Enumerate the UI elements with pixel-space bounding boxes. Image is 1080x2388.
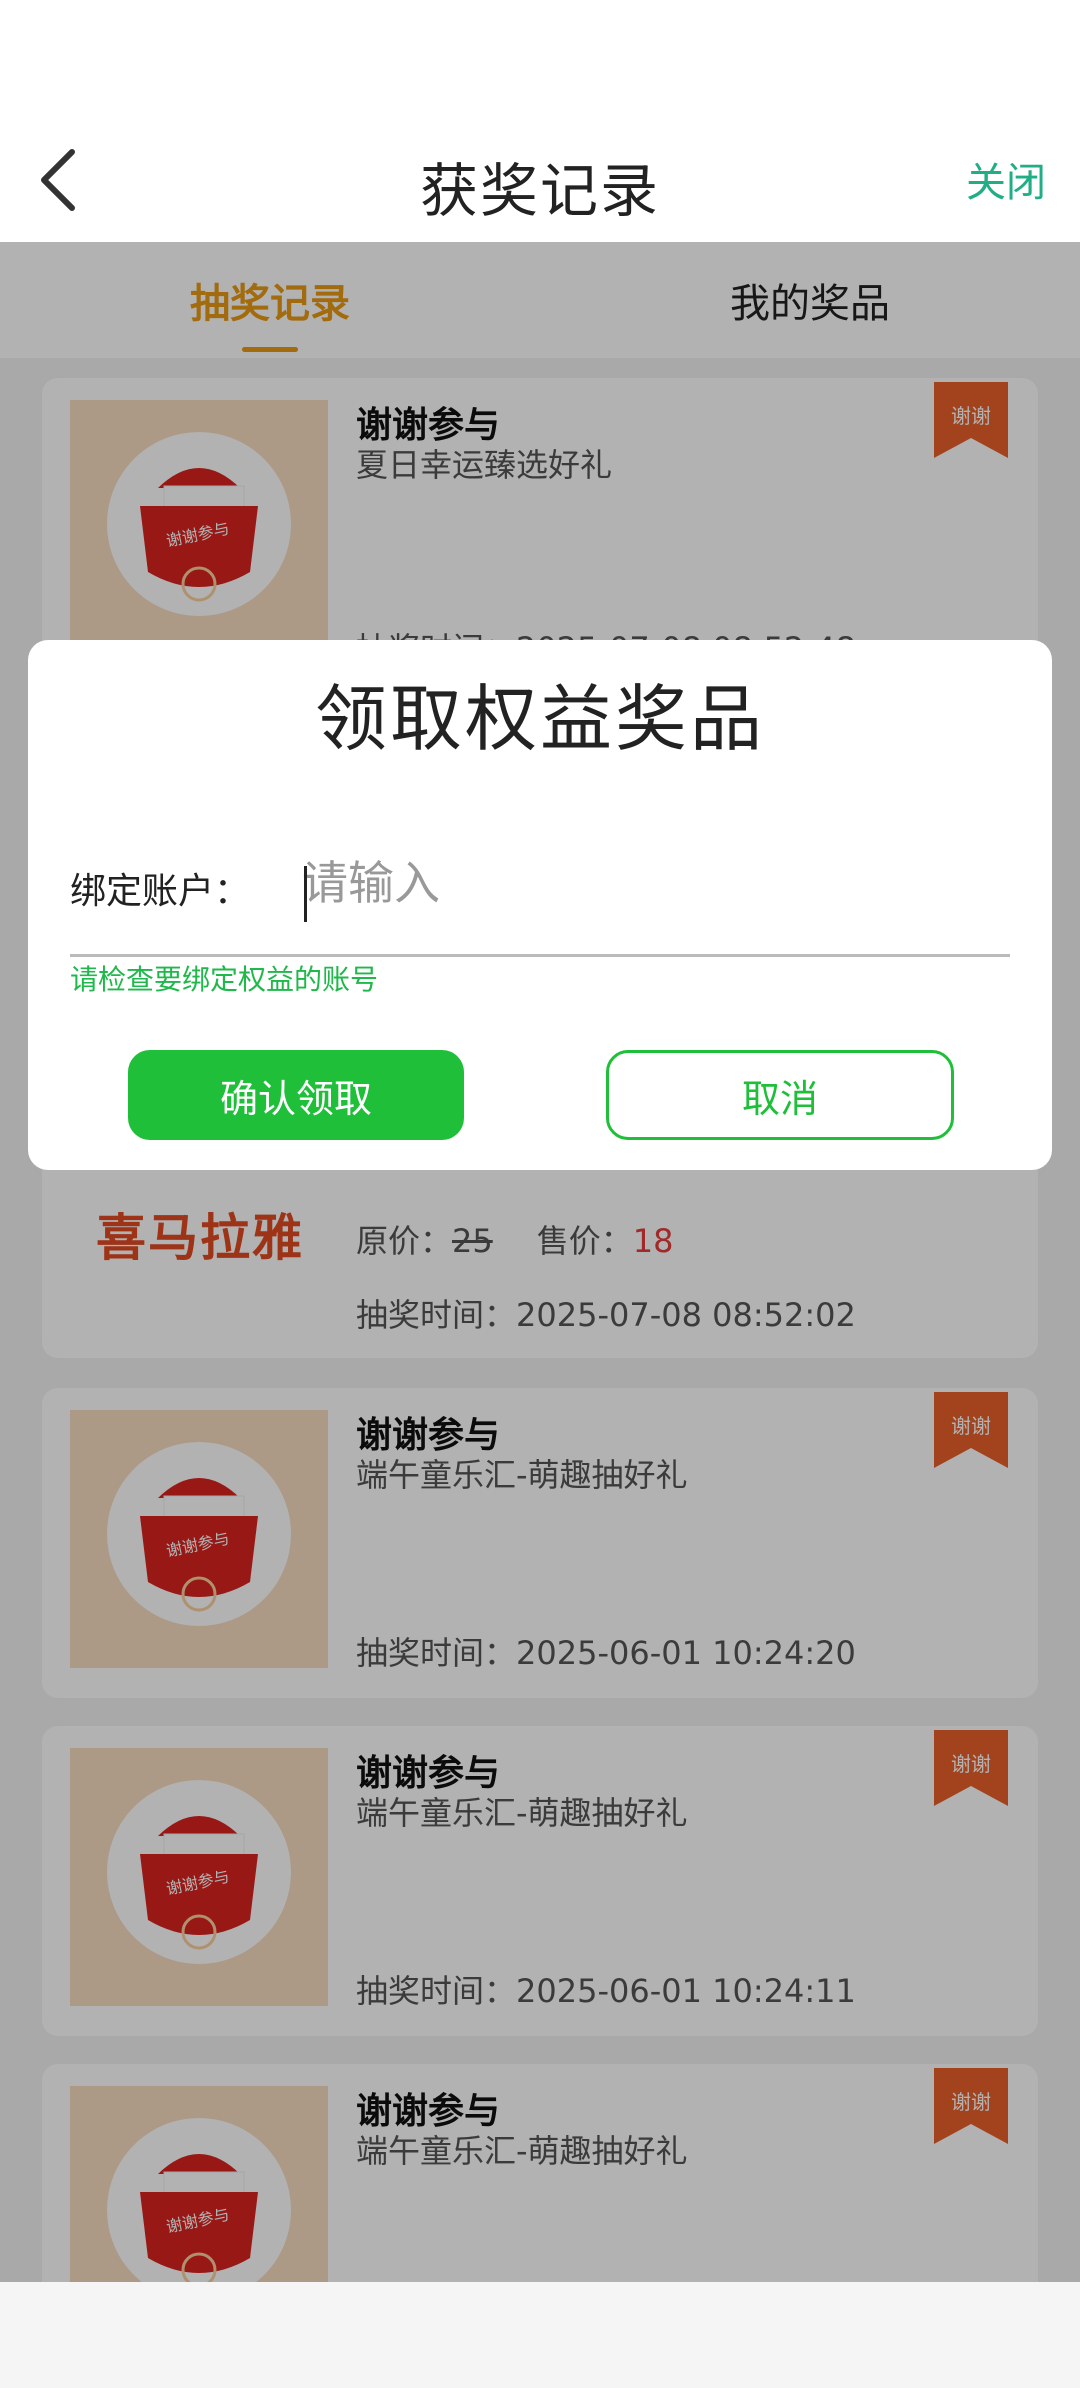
claim-prize-dialog: 领取权益奖品 绑定账户： 请检查要绑定权益的账号 确认领取 取消 xyxy=(28,640,1052,1170)
input-underline xyxy=(70,954,1010,957)
page-title: 获奖记录 xyxy=(419,157,660,225)
text-caret xyxy=(304,866,307,922)
bind-account-label: 绑定账户： xyxy=(70,871,251,912)
status-bar xyxy=(0,0,1080,120)
bind-account-input[interactable] xyxy=(302,840,1002,926)
bottom-bar xyxy=(0,2282,1080,2388)
header: 获奖记录 关闭 xyxy=(0,120,1080,242)
close-link[interactable]: 关闭 xyxy=(966,150,1046,208)
input-hint: 请检查要绑定权益的账号 xyxy=(70,963,379,996)
modal-backdrop[interactable] xyxy=(0,242,1080,2282)
confirm-claim-button[interactable]: 确认领取 xyxy=(128,1050,464,1140)
cancel-button[interactable]: 取消 xyxy=(606,1050,954,1140)
dialog-title: 领取权益奖品 xyxy=(314,677,765,761)
